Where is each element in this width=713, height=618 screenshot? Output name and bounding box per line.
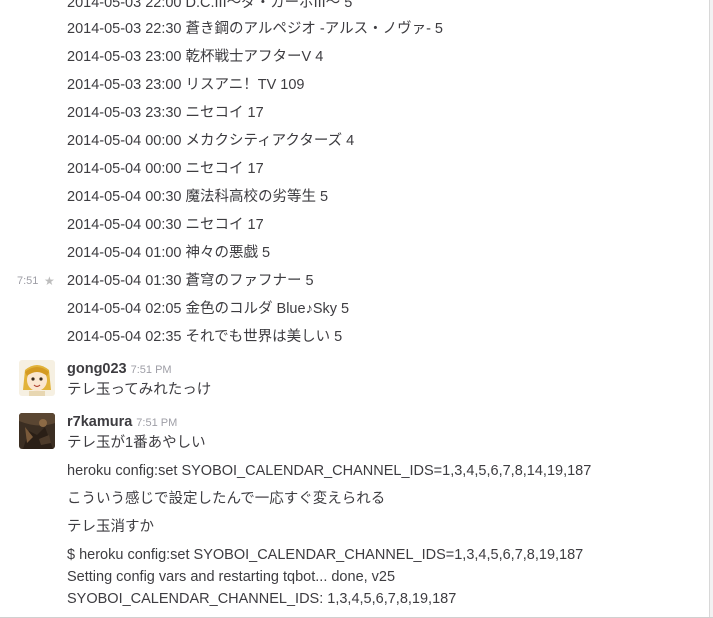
message-line: 2014-05-04 01:00 神々の悪戯 5: [67, 245, 271, 261]
message-line: $ heroku config:set SYOBOI_CALENDAR_CHAN…: [67, 547, 584, 563]
message-line: 2014-05-03 23:30 ニセコイ 17: [67, 105, 264, 121]
author-name[interactable]: r7kamura: [67, 414, 132, 430]
message-line: heroku config:set SYOBOI_CALENDAR_CHANNE…: [67, 463, 592, 479]
message-line: 2014-05-04 00:30 ニセコイ 17: [67, 217, 264, 233]
message-line: 2014-05-04 01:30 蒼穹のファフナー 5: [67, 273, 314, 289]
message-line: テレ玉が1番あやしい: [67, 435, 206, 451]
message-line: テレ玉消すか: [67, 519, 154, 535]
message-line: 2014-05-04 02:35 それでも世界は美しい 5: [67, 329, 343, 345]
message-line: 2014-05-04 02:05 金色のコルダ Blue♪Sky 5: [67, 301, 350, 317]
message-author[interactable]: gong023 7:51 PM: [67, 360, 172, 379]
message-line: 2014-05-03 23:00 乾杯戦士アフターV 4: [67, 49, 324, 65]
message-pane: 2014-05-03 22:00 D.C.III～ダ・カーポIII～ 5 201…: [0, 0, 710, 618]
message-line: 2014-05-03 22:30 蒼き鋼のアルペジオ -アルス・ノヴァ- 5: [67, 21, 444, 37]
star-icon[interactable]: ★: [44, 272, 55, 290]
author-name[interactable]: gong023: [67, 361, 127, 377]
message-author[interactable]: r7kamura 7:51 PM: [67, 413, 177, 432]
anime-character-avatar-icon: [19, 360, 55, 396]
message-line: Setting config vars and restarting tqbot…: [67, 569, 396, 585]
message-line: 2014-05-03 22:00 D.C.III～ダ・カーポIII～ 5: [67, 0, 353, 11]
message-line: SYOBOI_CALENDAR_CHANNEL_IDS: 1,3,4,5,6,7…: [67, 591, 457, 607]
message-line: 2014-05-04 00:00 ニセコイ 17: [67, 161, 264, 177]
message-line: 2014-05-04 00:00 メカクシティアクターズ 4: [67, 133, 355, 149]
scrollbar-track[interactable]: [709, 0, 713, 618]
avatar[interactable]: [19, 413, 55, 449]
message-hover-timestamp[interactable]: 7:51: [17, 272, 38, 290]
avatar[interactable]: [19, 360, 55, 396]
message-line: こういう感じで設定したんで一応すぐ変えられる: [67, 491, 386, 507]
message-line: 2014-05-04 00:30 魔法科高校の劣等生 5: [67, 189, 329, 205]
message-line: 2014-05-03 23:00 リスアニ！TV 109: [67, 77, 305, 93]
message-line: テレ玉ってみれたっけ: [67, 382, 212, 398]
message-timestamp[interactable]: 7:51 PM: [136, 417, 177, 429]
message-timestamp[interactable]: 7:51 PM: [131, 364, 172, 376]
dark-photo-avatar-icon: [19, 413, 55, 449]
